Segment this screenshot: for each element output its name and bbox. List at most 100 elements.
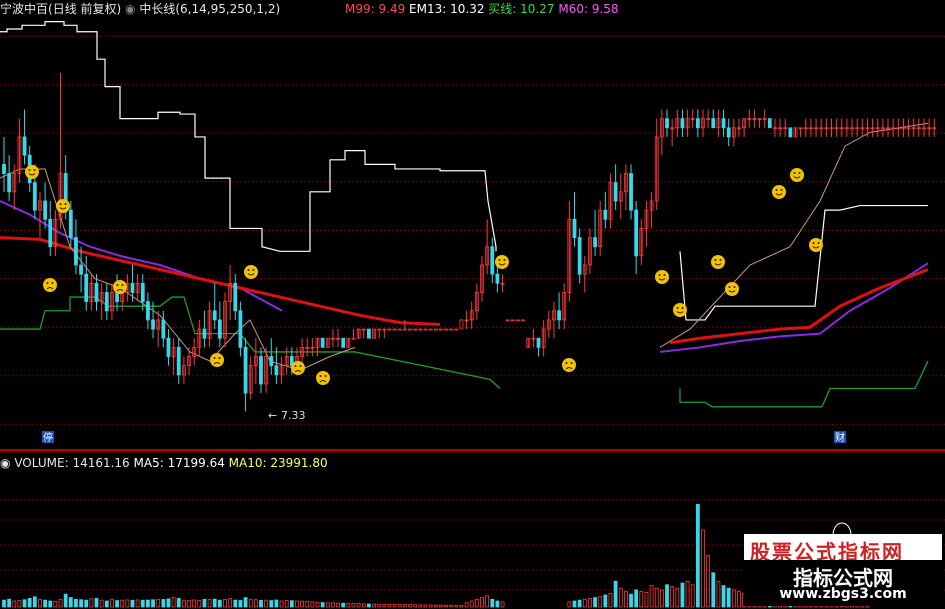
volume-bar: [68, 597, 73, 608]
volume-bar: [331, 602, 335, 608]
volume-bar: [228, 598, 233, 608]
candle-body: [151, 319, 155, 330]
candle-body: [680, 118, 685, 129]
buy-signal-face-icon: [772, 185, 786, 199]
volume-bar: [22, 599, 27, 608]
candle-body: [320, 337, 325, 348]
candle-body: [510, 319, 515, 322]
volume-bar: [418, 604, 423, 608]
buy-line-green: [0, 296, 501, 390]
candle-body: [516, 319, 520, 322]
volume-bar: [726, 587, 731, 608]
volume-bar: [567, 601, 572, 608]
volume-bar: [2, 599, 6, 608]
candle-body: [68, 209, 73, 238]
volume-bar: [259, 599, 263, 608]
buy-signal-face-icon: [244, 265, 258, 279]
candle-body: [341, 337, 346, 348]
volume-bar: [495, 600, 500, 608]
candle-body: [217, 319, 222, 339]
candle-body: [629, 173, 633, 211]
volume-bar: [474, 598, 479, 608]
candle-body: [495, 273, 500, 284]
candle-body: [259, 356, 263, 385]
sell-signal-face-icon: [43, 278, 57, 292]
face-eye: [299, 365, 302, 367]
volume-bar: [593, 597, 597, 608]
sell-signal-face-icon: [562, 358, 576, 372]
watermark-url: www.zbgs3.com: [779, 586, 907, 602]
candle-body: [269, 356, 274, 367]
watermark: 股票公式指标网 指标公式网 www.zbgs3.com: [744, 534, 942, 606]
volume-bar: [238, 600, 243, 608]
buy-signal-face-icon: [711, 255, 725, 269]
volume-bar: [217, 599, 222, 608]
buy-signal-face-icon: [56, 199, 70, 213]
candle-body: [726, 127, 731, 138]
volume-bar: [629, 593, 633, 608]
volume-bar: [156, 598, 161, 608]
volume-bar: [295, 600, 299, 608]
volume-bar: [449, 604, 454, 608]
candle-body: [433, 328, 438, 331]
buy-signal-face-icon: [495, 255, 509, 269]
stock-chart[interactable]: ← 7.33 停 财: [0, 0, 945, 609]
low-price-arrow: ←: [268, 409, 277, 422]
candle-body: [505, 319, 510, 322]
indicator-lines: [0, 21, 929, 408]
volume-bar: [659, 589, 664, 608]
candle-body: [413, 328, 418, 331]
candle-body: [392, 328, 397, 331]
volume-bar: [315, 601, 320, 608]
volume-bar: [701, 529, 705, 608]
face-eye: [775, 189, 778, 191]
face-eye: [780, 189, 783, 191]
volume-bar: [731, 589, 736, 608]
face-eye: [663, 274, 666, 276]
candle-body: [449, 328, 454, 331]
volume-bar: [716, 580, 721, 608]
signal-faces: [25, 165, 823, 385]
volume-bar: [320, 602, 325, 608]
volume-bar: [372, 603, 376, 608]
candle-body: [387, 328, 392, 331]
volume-bar: [711, 572, 716, 608]
volume-bar: [110, 598, 114, 608]
volume-bar: [32, 596, 37, 608]
volume-bar: [356, 603, 361, 608]
volume-bar: [639, 591, 644, 608]
volume-bar: [223, 599, 227, 608]
volume-bar: [12, 600, 17, 608]
volume-bar: [706, 555, 711, 608]
sell-signal-face-icon: [291, 361, 305, 375]
candle-body: [665, 118, 669, 129]
face-eye: [812, 242, 815, 244]
volume-bar: [94, 598, 99, 608]
volume-bar: [74, 598, 78, 608]
volume-bar: [680, 582, 685, 608]
candle-body: [613, 182, 618, 202]
volume-bar: [459, 604, 464, 608]
volume-bar: [598, 596, 603, 608]
volume-bar: [187, 600, 191, 608]
volume-bar: [279, 600, 284, 608]
volume-bar: [454, 604, 459, 608]
candle-body: [418, 328, 423, 331]
candle-body: [274, 365, 279, 376]
face-eye: [33, 169, 36, 171]
volume-bar: [89, 598, 94, 608]
sell-signal-face-icon: [316, 371, 330, 385]
candle-body: [367, 328, 371, 339]
candle-body: [7, 173, 12, 193]
volume-bar: [305, 600, 310, 608]
face-eye: [46, 282, 49, 284]
volume-bar: [171, 597, 176, 608]
volume-bar: [341, 602, 346, 608]
volume-bar: [685, 580, 690, 608]
volume-bar: [181, 599, 186, 608]
volume-bar: [104, 600, 109, 608]
volume-bar: [212, 598, 217, 608]
candle-body: [428, 328, 433, 331]
volume-bar: [387, 603, 392, 608]
low-price-label: 7.33: [281, 409, 306, 422]
